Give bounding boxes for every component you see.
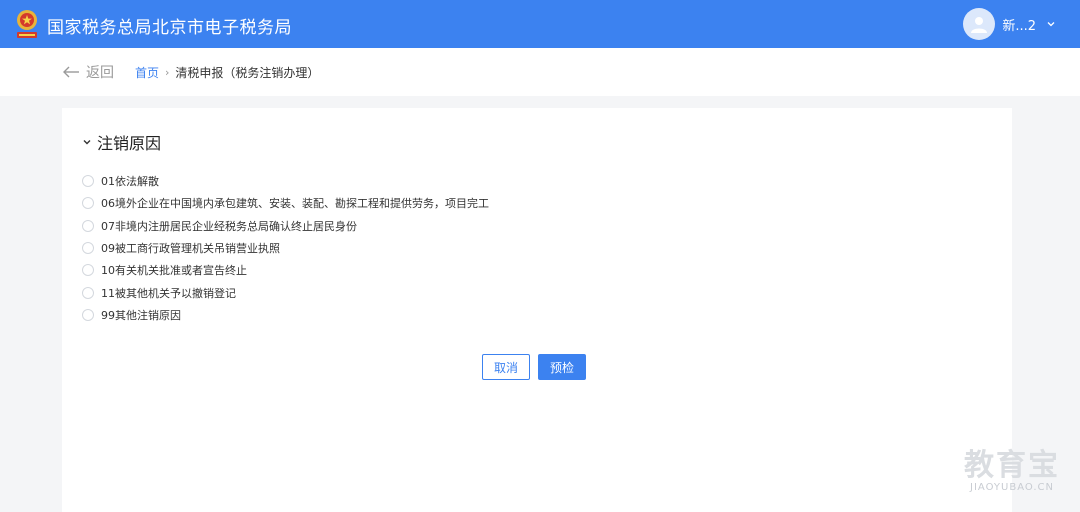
watermark: 教育宝 JIAOYUBAO.CN [964,440,1060,493]
reason-option-01[interactable]: 01依法解散 [82,170,489,192]
reason-label: 11被其他机关予以撤销登记 [101,286,236,300]
watermark-text: 教育宝 [964,448,1060,483]
reason-label: 99其他注销原因 [101,308,181,322]
tax-bureau-emblem-icon [17,10,37,38]
reason-label: 10有关机关批准或者宣告终止 [101,264,247,278]
chevron-down-icon [1047,22,1055,27]
reason-option-09[interactable]: 09被工商行政管理机关吊销营业执照 [82,237,489,259]
reason-option-06[interactable]: 06境外企业在中国境内承包建筑、安装、装配、勘探工程和提供劳务，项目完工 [82,192,489,214]
breadcrumb-separator: › [165,66,170,79]
chevron-down-icon [83,140,91,145]
navigation-bar: 返回 首页 › 清税申报（税务注销办理） [0,48,1080,96]
reason-label: 07非境内注册居民企业经税务总局确认终止居民身份 [101,219,357,233]
reason-option-99[interactable]: 99其他注销原因 [82,304,489,326]
reason-option-07[interactable]: 07非境内注册居民企业经税务总局确认终止居民身份 [82,215,489,237]
reason-label: 01依法解散 [101,175,159,189]
cancellation-reason-radio-group: 01依法解散 06境外企业在中国境内承包建筑、安装、装配、勘探工程和提供劳务，项… [82,170,489,326]
radio-button[interactable] [82,308,94,321]
reason-label: 06境外企业在中国境内承包建筑、安装、装配、勘探工程和提供劳务，项目完工 [101,197,489,211]
section-toggle[interactable]: 注销原因 [82,130,161,154]
user-avatar-icon [963,8,996,40]
reason-option-11[interactable]: 11被其他机关予以撤销登记 [82,281,489,303]
cancel-button[interactable]: 取消 [482,354,530,380]
user-name: 新...2 [1002,18,1036,34]
radio-button[interactable] [82,286,94,299]
breadcrumb-home-link[interactable]: 首页 [135,64,159,81]
breadcrumb-current: 清税申报（税务注销办理） [175,66,320,80]
radio-button[interactable] [82,219,94,232]
radio-button[interactable] [82,264,94,277]
back-button[interactable]: 返回 [62,62,114,82]
reason-label: 09被工商行政管理机关吊销营业执照 [101,242,280,256]
back-label: 返回 [86,65,114,81]
arrow-left-icon [63,66,79,78]
reason-option-10[interactable]: 10有关机关批准或者宣告终止 [82,259,489,281]
top-header: 国家税务总局北京市电子税务局 新...2 [0,0,1080,48]
watermark-url: JIAOYUBAO.CN [970,482,1054,493]
radio-button[interactable] [82,197,94,210]
section-title: 注销原因 [97,134,162,153]
main-panel: 注销原因 01依法解散 06境外企业在中国境内承包建筑、安装、装配、勘探工程和提… [62,108,1012,512]
breadcrumb: 首页 › 清税申报（税务注销办理） [135,64,319,81]
user-menu[interactable]: 新...2 [963,8,1056,40]
radio-button[interactable] [82,175,94,188]
app-title: 国家税务总局北京市电子税务局 [47,18,292,38]
radio-button[interactable] [82,242,94,255]
precheck-button[interactable]: 预检 [538,354,586,380]
